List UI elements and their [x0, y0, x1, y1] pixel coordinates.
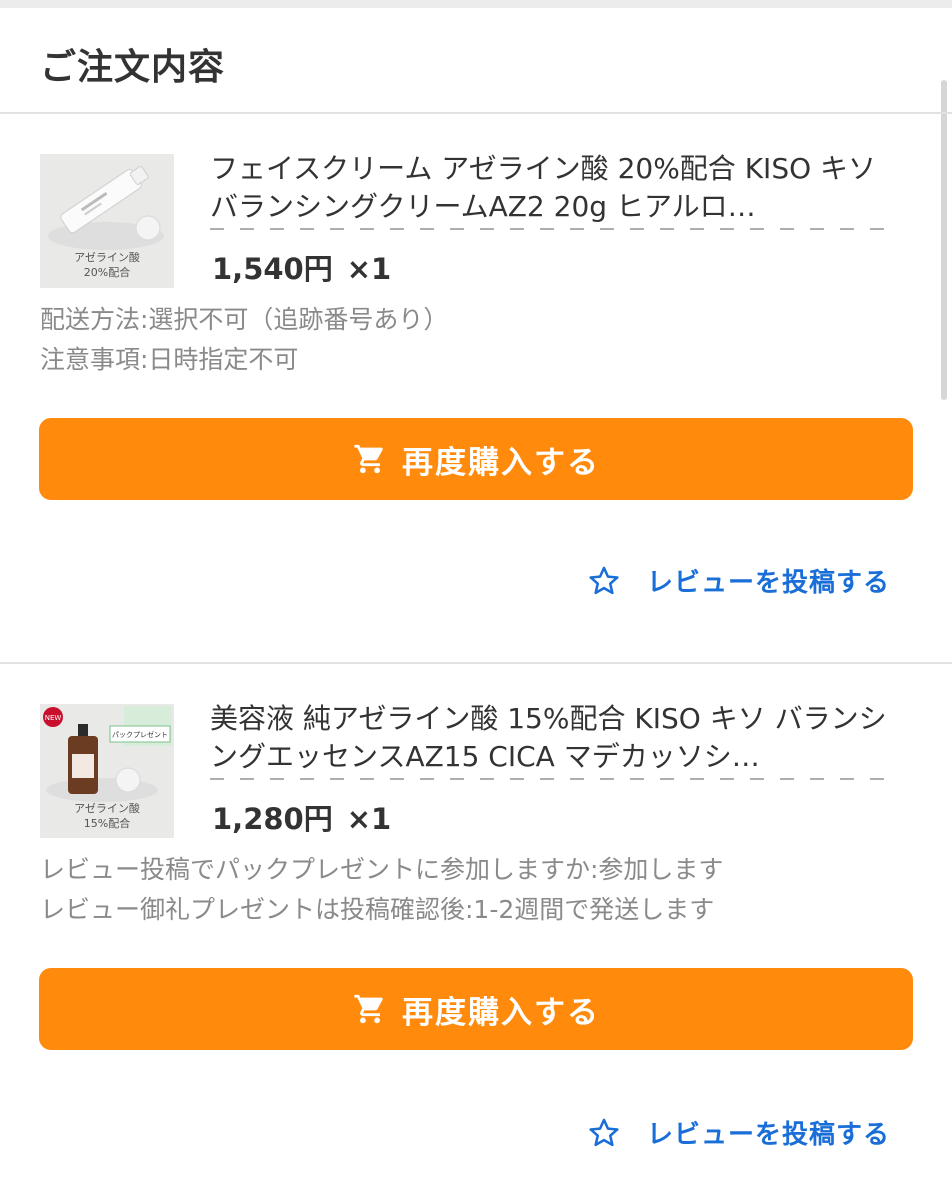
product-name[interactable]: 美容液 純アゼライン酸 15%配合 KISO キソ バランシングエッセンスAZ1…	[210, 700, 900, 778]
rebuy-button[interactable]: 再度購入する	[39, 968, 913, 1050]
product-quantity: ×1	[346, 802, 392, 836]
write-review-link[interactable]: レビューを投稿する	[587, 562, 890, 599]
product-price-row: 1,540円 ×1	[212, 246, 391, 288]
truncated-line	[210, 776, 900, 782]
rebuy-button-label: 再度購入する	[402, 994, 600, 1031]
top-strip	[0, 0, 952, 8]
review-gift-note: レビュー御礼プレゼントは投稿確認後:1-2週間で発送します	[40, 895, 715, 924]
svg-text:15%配合: 15%配合	[84, 816, 130, 830]
rebuy-button-label: 再度購入する	[402, 444, 600, 481]
product-image[interactable]: NEW パックプレゼント アゼライン酸 15%配合	[40, 704, 174, 838]
shipping-method-note: 配送方法:選択不可（追跡番号あり）	[40, 305, 449, 334]
write-review-label: レビューを投稿する	[646, 1120, 890, 1150]
section-title: ご注文内容	[40, 47, 226, 88]
promo-banner-text: パックプレゼント	[112, 730, 168, 739]
star-outline-icon	[587, 1116, 621, 1150]
svg-text:20%配合: 20%配合	[84, 265, 130, 279]
svg-text:アゼライン酸: アゼライン酸	[74, 801, 140, 815]
cart-icon	[352, 992, 388, 1026]
review-campaign-note: レビュー投稿でパックプレゼントに参加しますか:参加します	[40, 855, 724, 884]
order-divider	[0, 662, 952, 664]
rebuy-button[interactable]: 再度購入する	[39, 418, 913, 500]
svg-text:アゼライン酸: アゼライン酸	[74, 250, 140, 264]
new-badge: NEW	[45, 714, 62, 722]
star-outline-icon	[587, 564, 621, 598]
product-price: 1,540円	[212, 252, 333, 286]
product-name[interactable]: フェイスクリーム アゼライン酸 20%配合 KISO キソ バランシングクリーム…	[210, 150, 900, 228]
truncated-line	[210, 226, 900, 232]
product-image[interactable]: アゼライン酸 20%配合	[40, 154, 174, 288]
cart-icon	[352, 442, 388, 476]
write-review-label: レビューを投稿する	[646, 568, 890, 598]
caution-note: 注意事項:日時指定不可	[40, 345, 299, 374]
product-price: 1,280円	[212, 802, 333, 836]
product-quantity: ×1	[346, 252, 392, 286]
scrollbar[interactable]	[941, 80, 947, 400]
product-price-row: 1,280円 ×1	[212, 796, 391, 838]
write-review-link[interactable]: レビューを投稿する	[587, 1114, 890, 1151]
section-divider	[0, 112, 952, 114]
